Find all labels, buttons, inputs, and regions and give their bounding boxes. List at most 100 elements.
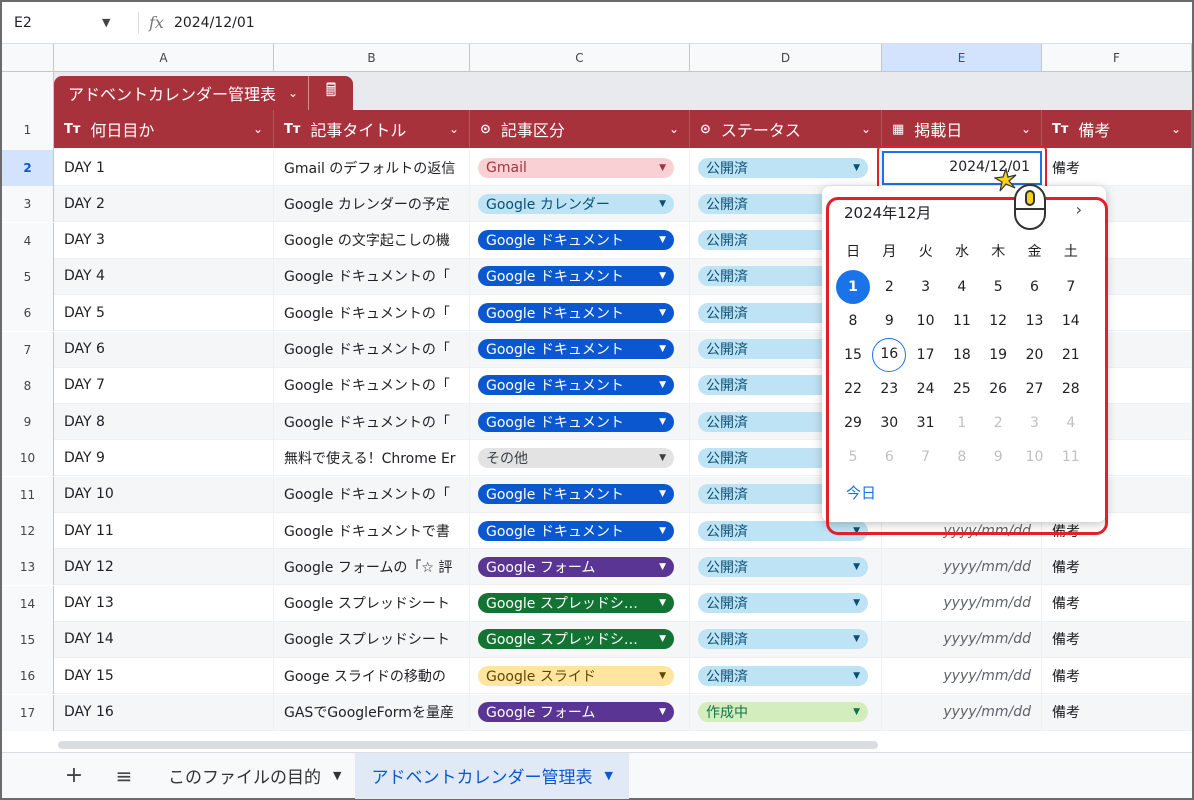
category-chip[interactable]: Google フォーム ▼ (478, 556, 674, 577)
chevron-down-icon[interactable]: ⌄ (669, 122, 679, 136)
cell-publish-date[interactable]: yyyy/mm/dd (882, 657, 1042, 694)
calculator-icon[interactable]: 🖩 (309, 78, 353, 108)
select-all-corner[interactable] (2, 44, 54, 71)
cell-category[interactable]: Google スライド ▼ (470, 657, 690, 694)
row-number[interactable]: 17 (2, 694, 54, 731)
category-chip[interactable]: Google フォーム ▼ (478, 702, 674, 722)
cell-day[interactable]: DAY 1 (54, 149, 274, 186)
triangle-down-icon[interactable]: ▼ (853, 634, 860, 644)
table-tab-name[interactable]: アドベントカレンダー管理表 (54, 81, 276, 105)
triangle-down-icon[interactable]: ▼ (659, 634, 666, 644)
cell-day[interactable]: DAY 15 (54, 657, 274, 694)
cell-publish-date[interactable]: yyyy/mm/dd (882, 694, 1042, 730)
cell-title[interactable]: Google ドキュメントの「 (274, 294, 470, 331)
category-chip[interactable]: Google ドキュメント ▼ (478, 230, 674, 251)
all-sheets-menu-icon[interactable]: ≡ (104, 764, 144, 788)
category-chip[interactable]: Google スライド ▼ (478, 665, 674, 686)
chevron-down-icon[interactable]: ⌄ (449, 122, 459, 136)
name-box[interactable]: E2 (2, 15, 102, 31)
triangle-down-icon[interactable]: ▼ (333, 769, 341, 782)
cell-day[interactable]: DAY 11 (54, 512, 274, 549)
cell-publish-date[interactable]: yyyy/mm/dd (882, 585, 1042, 622)
cell-title[interactable]: Google ドキュメントの「 (274, 476, 470, 513)
triangle-down-icon[interactable]: ▼ (659, 671, 666, 681)
cell-category[interactable]: Google ドキュメント ▼ (470, 403, 690, 440)
formula-input[interactable]: 2024/12/01 (174, 15, 255, 31)
category-chip[interactable]: Google ドキュメント ▼ (478, 375, 674, 396)
cell-day[interactable]: DAY 2 (54, 185, 274, 222)
column-header-f[interactable]: F (1042, 44, 1192, 71)
sheet-tab-advent[interactable]: アドベントカレンダー管理表 ▼ (355, 752, 629, 799)
header-publish-date[interactable]: ▦ 掲載日 ⌄ (882, 110, 1042, 148)
header-notes[interactable]: Tт 備考 ⌄ (1042, 110, 1192, 148)
chevron-down-icon[interactable]: ⌄ (288, 86, 298, 100)
cell-category[interactable]: Google ドキュメント ▼ (470, 222, 690, 259)
cell-title[interactable]: Google フォームの「☆ 評 (274, 548, 470, 585)
cell-notes[interactable]: 備考 (1042, 548, 1192, 585)
chevron-down-icon[interactable]: ⌄ (1171, 122, 1181, 136)
row-number[interactable]: 2 (2, 150, 54, 186)
status-chip[interactable]: 公開済 ▼ (698, 629, 868, 650)
row-number[interactable]: 8 (2, 367, 54, 404)
triangle-down-icon[interactable]: ▼ (659, 163, 666, 173)
cell-category[interactable]: Gmail ▼ (470, 149, 690, 186)
cell-day[interactable]: DAY 6 (54, 331, 274, 367)
category-chip[interactable]: Google ドキュメント ▼ (478, 339, 674, 359)
category-chip[interactable]: Google スプレッドシ… ▼ (478, 593, 674, 614)
column-header-b[interactable]: B (274, 44, 470, 71)
cell-title[interactable]: Google ドキュメントの「 (274, 331, 470, 367)
cell-title[interactable]: Google ドキュメントで書 (274, 512, 470, 549)
row-number[interactable]: 13 (2, 549, 54, 586)
category-chip[interactable]: Google ドキュメント ▼ (478, 520, 674, 541)
column-header-c[interactable]: C (470, 44, 690, 71)
cell-day[interactable]: DAY 10 (54, 476, 274, 513)
triangle-down-icon[interactable]: ▼ (659, 235, 666, 245)
row-number[interactable]: 9 (2, 404, 54, 441)
cell-day[interactable]: DAY 4 (54, 258, 274, 295)
category-chip[interactable]: その他 ▼ (478, 447, 674, 468)
cell-status[interactable]: 公開済 ▼ (690, 621, 882, 658)
row-number[interactable]: 3 (2, 186, 54, 223)
row-number[interactable]: 1 (2, 110, 54, 150)
triangle-down-icon[interactable]: ▼ (659, 199, 666, 209)
cell-publish-date[interactable]: yyyy/mm/dd (882, 548, 1042, 585)
cell-category[interactable]: Google スプレッドシ… ▼ (470, 585, 690, 622)
triangle-down-icon[interactable]: ▼ (659, 707, 666, 717)
row-number[interactable]: 11 (2, 476, 54, 513)
category-chip[interactable]: Google ドキュメント ▼ (478, 411, 674, 432)
triangle-down-icon[interactable]: ▼ (659, 489, 666, 499)
cell-notes[interactable]: 備考 (1042, 149, 1192, 186)
cell-publish-date[interactable]: yyyy/mm/dd (882, 621, 1042, 658)
triangle-down-icon[interactable]: ▼ (659, 417, 666, 427)
column-header-a[interactable]: A (54, 44, 274, 71)
triangle-down-icon[interactable]: ▼ (853, 163, 860, 173)
sheet-tab-purpose[interactable]: このファイルの目的 ▼ (168, 763, 341, 788)
triangle-down-icon[interactable]: ▼ (659, 271, 666, 281)
cell-day[interactable]: DAY 3 (54, 222, 274, 259)
category-chip[interactable]: Google ドキュメント ▼ (478, 302, 674, 323)
status-chip[interactable]: 公開済 ▼ (698, 665, 868, 686)
cell-day[interactable]: DAY 8 (54, 403, 274, 440)
horizontal-scrollbar[interactable] (58, 741, 878, 749)
column-header-e[interactable]: E (882, 44, 1042, 71)
status-chip[interactable]: 公開済 ▼ (698, 556, 868, 577)
column-header-d[interactable]: D (690, 44, 882, 71)
cell-status[interactable]: 公開済 ▼ (690, 585, 882, 622)
status-chip[interactable]: 公開済 ▼ (698, 157, 868, 178)
cell-category[interactable]: Google スプレッドシ… ▼ (470, 621, 690, 658)
cell-category[interactable]: Google ドキュメント ▼ (470, 476, 690, 513)
cell-category[interactable]: Google ドキュメント ▼ (470, 367, 690, 404)
cell-title[interactable]: GASでGoogleFormを量産 (274, 694, 470, 730)
cell-status[interactable]: 公開済 ▼ (690, 149, 882, 186)
cell-status[interactable]: 公開済 ▼ (690, 548, 882, 585)
cell-day[interactable]: DAY 7 (54, 367, 274, 404)
cell-title[interactable]: Google カレンダーの予定 (274, 185, 470, 222)
row-number[interactable]: 4 (2, 222, 54, 259)
cell-day[interactable]: DAY 12 (54, 548, 274, 585)
triangle-down-icon[interactable]: ▼ (659, 562, 666, 572)
cell-category[interactable]: Google ドキュメント ▼ (470, 512, 690, 549)
cell-title[interactable]: Google スプレッドシート (274, 585, 470, 622)
cell-title[interactable]: Google ドキュメントの「 (274, 258, 470, 295)
chevron-down-icon[interactable]: ⌄ (253, 122, 263, 136)
table-tab[interactable]: アドベントカレンダー管理表 ⌄ 🖩 (54, 76, 354, 110)
